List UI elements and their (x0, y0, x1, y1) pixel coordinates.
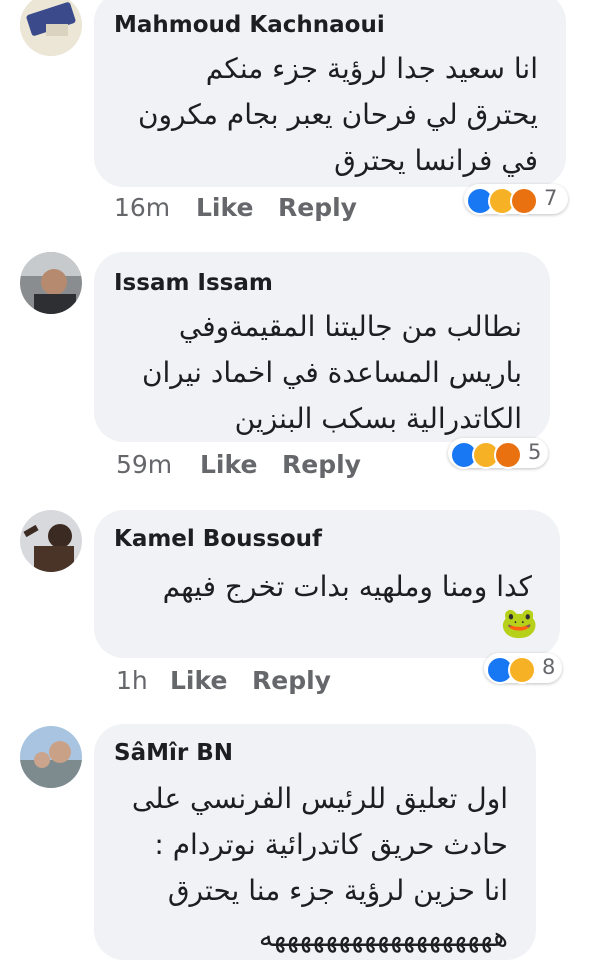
like-button[interactable]: Like (200, 450, 257, 479)
avatar[interactable] (20, 252, 82, 314)
profile-photo (20, 510, 82, 572)
comment-time[interactable]: 16m (114, 193, 170, 222)
comment-time[interactable]: 59m (116, 450, 172, 479)
comment-time[interactable]: 1h (116, 666, 148, 695)
avatar[interactable] (20, 0, 82, 56)
comment-author[interactable]: SâMîr BN (114, 740, 233, 766)
reactions-summary[interactable]: 5 (448, 438, 548, 469)
comment-author[interactable]: Issam Issam (114, 270, 273, 296)
avatar[interactable] (20, 510, 82, 572)
comment-1: Mahmoud Kachnaoui انا سعيد جدا لرؤية جزء… (0, 0, 602, 232)
haha-icon (508, 656, 536, 684)
comment-3: Kamel Boussouf كدا ومنا وملهيه بدات تخرج… (0, 498, 602, 713)
comment-bubble[interactable]: SâMîr BN اول تعليق للرئيس الفرنسي على حا… (94, 724, 536, 960)
reaction-count: 7 (544, 186, 558, 210)
profile-photo (20, 726, 82, 788)
comment-text: انا سعيد جدا لرؤية جزء منكم يحترق لي فرح… (137, 52, 538, 177)
reply-button[interactable]: Reply (278, 193, 357, 222)
comment-author[interactable]: Kamel Boussouf (114, 526, 322, 552)
angry-icon (494, 441, 522, 469)
avatar[interactable] (20, 726, 82, 788)
reaction-count: 5 (528, 440, 542, 464)
reply-button[interactable]: Reply (252, 666, 331, 695)
comment-bubble[interactable]: Mahmoud Kachnaoui انا سعيد جدا لرؤية جزء… (94, 0, 566, 187)
comment-2: Issam Issam نطالب من جاليتنا المقيمةوفي … (0, 240, 602, 490)
reactions-summary[interactable]: 8 (484, 653, 562, 684)
comment-4: SâMîr BN اول تعليق للرئيس الفرنسي على حا… (0, 716, 602, 960)
frog-emoji: 🐸 (500, 606, 538, 641)
reactions-summary[interactable]: 7 (464, 184, 568, 215)
comment-text: كدا ومنا وملهيه بدات تخرج فيهم (162, 570, 532, 603)
reaction-count: 8 (542, 655, 556, 679)
reply-button[interactable]: Reply (282, 450, 361, 479)
angry-icon (510, 187, 538, 215)
comment-bubble[interactable]: Issam Issam نطالب من جاليتنا المقيمةوفي … (94, 252, 550, 442)
comment-text: اول تعليق للرئيس الفرنسي على حادث حريق ك… (131, 782, 508, 953)
like-button[interactable]: Like (170, 666, 227, 695)
like-button[interactable]: Like (196, 193, 253, 222)
profile-photo (20, 0, 82, 56)
comment-text: نطالب من جاليتنا المقيمةوفي باريس المساع… (141, 310, 522, 435)
profile-photo (20, 252, 82, 314)
comment-author[interactable]: Mahmoud Kachnaoui (114, 12, 385, 38)
comment-bubble[interactable]: Kamel Boussouf كدا ومنا وملهيه بدات تخرج… (94, 510, 560, 658)
